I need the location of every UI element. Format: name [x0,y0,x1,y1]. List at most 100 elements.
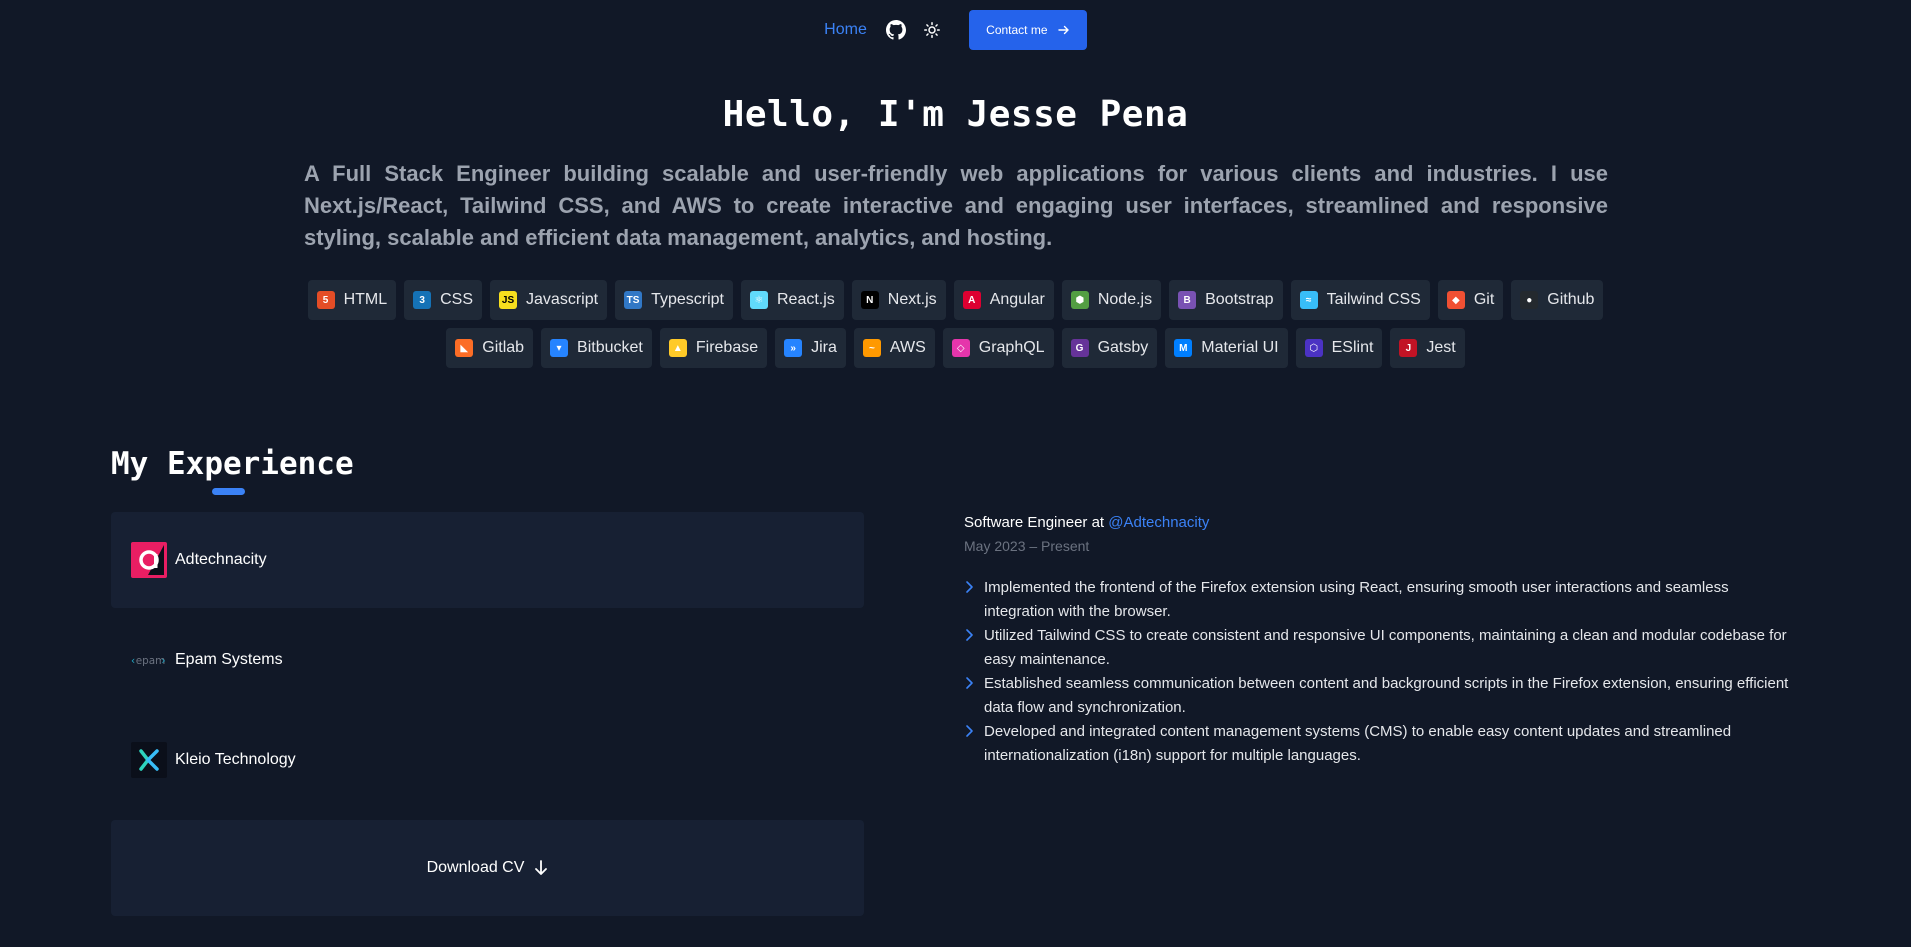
chevron-right-icon [966,581,973,593]
company-tab-adtechnacity[interactable]: Adtechnacity [111,512,864,608]
jira-icon: » [784,339,803,357]
hero-title: Hello, I'm Jesse Pena [722,94,1189,135]
skill-badge-node-js: ⬢ Node.js [1061,280,1162,320]
skill-label: Material UI [1201,339,1279,356]
skill-badge-bitbucket: ▾ Bitbucket [541,328,652,368]
skill-badge-next-js: N Next.js [851,280,946,320]
angular-icon: A [962,291,981,309]
skill-label: Javascript [526,291,599,308]
skill-badge-git: ◆ Git [1437,280,1504,320]
firebase-icon: ▲ [668,339,687,357]
css3-icon: 3 [413,291,432,309]
experience-title-underline [212,488,245,495]
eslint-icon: ⬡ [1304,339,1323,357]
skill-label: GraphQL [978,339,1045,356]
adtechnacity-logo-icon [131,542,167,578]
gatsby-icon: G [1070,339,1089,357]
skills-row-2: ◣ Gitlab ▾ Bitbucket ▲ Firebase » Jira ~ AWS ◇ Grap… [0,328,1911,368]
typescript-icon: TS [624,291,643,309]
gitlab-icon: ◣ [455,339,474,357]
svg-text:‹: ‹ [131,655,135,667]
bitbucket-icon: ▾ [550,339,569,357]
github-icon[interactable] [885,19,907,41]
bullet-text: Established seamless communication betwe… [984,675,1789,716]
list-item: Developed and integrated content managem… [964,720,1794,768]
skill-badge-firebase: ▲ Firebase [659,328,768,368]
arrow-down-icon [535,860,548,875]
skill-badge-aws: ~ AWS [853,328,935,368]
company-name: Epam Systems [175,651,283,668]
skill-label: Jest [1426,339,1456,356]
company-name: Kleio Technology [175,751,296,768]
skill-label: CSS [440,291,474,308]
skill-badge-material-ui: M Material UI [1165,328,1288,368]
bootstrap-icon: B [1178,291,1197,309]
list-item: Utilized Tailwind CSS to create consiste… [964,624,1794,672]
tailwind-icon: ≈ [1299,291,1318,309]
skill-label: ESlint [1331,339,1374,356]
skill-label: React.js [776,291,835,308]
company-tab-epam[interactable]: ‹ epam › Epam Systems [111,612,864,708]
jest-icon: J [1399,339,1418,357]
skill-label: Gatsby [1097,339,1149,356]
skill-badge-tailwind-css: ≈ Tailwind CSS [1290,280,1430,320]
bullet-text: Developed and integrated content managem… [984,723,1732,764]
nav-home-link[interactable]: Home [824,21,867,39]
experience-title: My Experience [111,446,354,482]
skill-label: Git [1473,291,1495,308]
skill-badge-react-js: ⚛ React.js [740,280,844,320]
role-title: Software Engineer at [964,514,1105,531]
role-company-link[interactable]: @Adtechnacity [1108,514,1209,531]
skill-badge-jest: J Jest [1390,328,1465,368]
company-tab-kleio[interactable]: Kleio Technology [111,712,864,808]
download-cv-label: Download CV [426,859,525,876]
chevron-right-icon [966,677,973,689]
skill-label: Github [1547,291,1595,308]
skill-label: Gitlab [482,339,525,356]
skill-label: Next.js [887,291,937,308]
skill-badge-graphql: ◇ GraphQL [942,328,1054,368]
arrow-right-icon [1057,25,1069,35]
skill-label: Firebase [695,339,759,356]
aws-icon: ~ [862,339,881,357]
list-item: Implemented the frontend of the Firefox … [964,576,1794,624]
skill-label: HTML [343,291,388,308]
bullet-text: Utilized Tailwind CSS to create consiste… [984,627,1787,668]
skills-row-1: 5 HTML 3 CSS JS Javascript TS Typescript ⚛ React.… [0,280,1911,320]
kleio-logo-icon [131,742,167,778]
chevron-right-icon [966,725,973,737]
skill-badge-angular: A Angular [953,280,1054,320]
skill-badge-bootstrap: B Bootstrap [1169,280,1283,320]
react-icon: ⚛ [749,291,768,309]
html5-icon: 5 [316,291,335,309]
graphql-icon: ◇ [951,339,970,357]
contact-me-button[interactable]: Contact me [968,10,1087,50]
skill-label: Bitbucket [577,339,643,356]
skill-badge-html: 5 HTML [307,280,397,320]
nextjs-icon: N [860,291,879,309]
role-dates: May 2023 – Present [964,538,1090,554]
skill-badge-javascript: JS Javascript [490,280,608,320]
hero-description: A Full Stack Engineer building scalable … [304,161,1608,250]
skill-label: Bootstrap [1205,291,1274,308]
skill-label: Angular [989,291,1045,308]
role-bullets: Implemented the frontend of the Firefox … [964,576,1794,768]
contact-me-label: Contact me [986,23,1048,37]
skill-label: AWS [889,339,926,356]
download-cv-button[interactable]: Download CV [111,820,864,916]
role-heading: Software Engineer at @Adtechnacity [964,514,1209,531]
skill-label: Jira [811,339,837,356]
nodejs-icon: ⬢ [1070,291,1089,309]
skill-label: Typescript [651,291,724,308]
javascript-icon: JS [499,291,518,309]
skill-label: Node.js [1097,291,1153,308]
company-name: Adtechnacity [175,551,267,568]
github-icon: ● [1520,291,1539,309]
list-item: Established seamless communication betwe… [964,672,1794,720]
skill-badge-github: ● Github [1511,280,1604,320]
sun-icon[interactable] [921,19,943,41]
svg-text:›: › [161,655,165,667]
skill-badge-eslint: ⬡ ESlint [1295,328,1383,368]
skill-label: Tailwind CSS [1326,291,1421,308]
chevron-right-icon [966,629,973,641]
